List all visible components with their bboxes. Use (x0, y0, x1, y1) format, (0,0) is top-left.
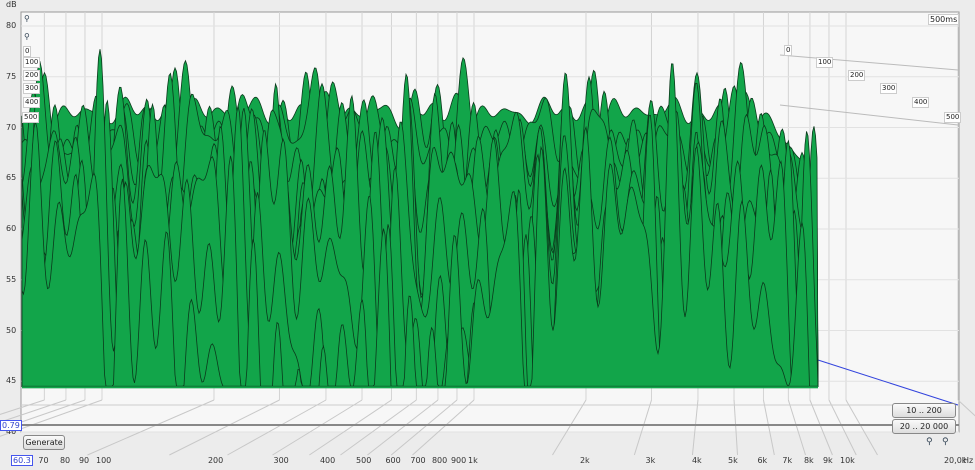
x-tick-label: 70 (38, 456, 49, 465)
y-tick-label: 45 (6, 376, 17, 386)
range-20-20000-button[interactable]: 20 .. 20 000 (892, 419, 956, 434)
x-tick-label: 6k (757, 456, 768, 465)
floor-grid-line (957, 399, 975, 417)
time-slice-label: 400 (23, 97, 41, 108)
zoom-out-icon[interactable]: ⚲ (926, 437, 933, 447)
x-axis-unit: Hz (963, 456, 974, 465)
x-tick-label: 600 (385, 456, 401, 465)
x-tick-label: 80 (59, 456, 71, 465)
y-cursor-readout: 0.79 (0, 420, 22, 431)
x-tick-label: 300 (273, 456, 289, 465)
y-tick-label: 55 (6, 274, 17, 284)
y-tick-label: 70 (6, 122, 17, 132)
x-tick-label: 700 (410, 456, 426, 465)
x-tick-label: 10k (840, 456, 855, 465)
y-tick-label: 50 (6, 325, 17, 335)
time-slice-label: 100 (23, 57, 41, 68)
x-tick-label: 2k (579, 456, 590, 465)
x-tick-label: 5k (728, 456, 738, 465)
waterfall-floor (22, 386, 818, 389)
time-slice-label: 300 (23, 83, 41, 94)
zoom-in-icon[interactable]: ⚲ (24, 14, 30, 23)
time-slice-label: 200 (23, 70, 41, 81)
y-tick-label: 80 (6, 21, 17, 30)
y-tick-label: 65 (6, 173, 17, 183)
y-tick-label: 75 (6, 71, 17, 81)
y-axis-unit: dB (6, 0, 17, 9)
x-tick-label: 8k (803, 456, 814, 465)
range-10-200-button[interactable]: 10 .. 200 (892, 403, 956, 418)
time-slice-label: 200 (848, 70, 866, 81)
time-slice-label: 500 (944, 112, 962, 123)
generate-button[interactable]: Generate (23, 435, 65, 450)
x-cursor-readout: 60.3 (11, 455, 33, 466)
time-slice-label: 500 (22, 112, 40, 123)
x-tick-label: 900 (450, 456, 467, 465)
x-tick-label: 800 (431, 456, 448, 465)
zoom-out-icon[interactable]: ⚲ (24, 32, 30, 41)
time-slice-label: 100 (816, 57, 834, 68)
waterfall-plot[interactable] (0, 0, 975, 470)
x-tick-label: 500 (356, 456, 372, 465)
time-slice-label: 0 (23, 46, 32, 57)
x-tick-label: 1k (468, 456, 478, 465)
x-tick-label: 200 (207, 456, 224, 465)
time-slice-label: 0 (784, 45, 793, 56)
x-tick-label: 100 (96, 456, 112, 465)
time-max-label: 500ms (928, 14, 960, 25)
x-tick-label: 90 (78, 456, 90, 465)
y-tick-label: 60 (6, 224, 17, 233)
zoom-in-icon[interactable]: ⚲ (942, 437, 949, 447)
x-tick-label: 9k (822, 456, 833, 465)
x-tick-label: 4k (691, 456, 702, 465)
x-tick-label: 7k (782, 456, 793, 465)
x-tick-label: 3k (645, 456, 656, 465)
x-tick-label: 400 (319, 456, 336, 465)
time-slice-label: 300 (880, 83, 898, 94)
time-slice-label: 400 (912, 97, 930, 108)
